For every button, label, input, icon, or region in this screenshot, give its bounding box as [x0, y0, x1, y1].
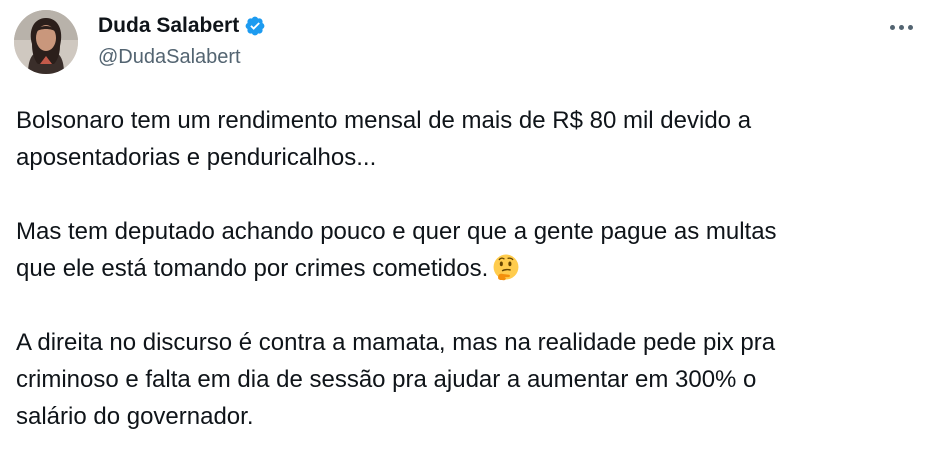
- more-options-button[interactable]: [884, 12, 918, 42]
- tweet-line: Mas tem deputado achando pouco e quer qu…: [16, 218, 777, 245]
- tweet-text: Bolsonaro tem um rendimento mensal de ma…: [16, 102, 916, 435]
- more-options-icon: [889, 24, 895, 30]
- tweet-paragraph-1: Bolsonaro tem um rendimento mensal de ma…: [16, 102, 916, 176]
- tweet-line: A direita no discurso é contra a mamata,…: [16, 329, 776, 356]
- more-options-icon-dot: [907, 24, 913, 30]
- thinking-face-emoji-icon: [492, 253, 520, 281]
- more-options-icon-dot: [898, 24, 904, 30]
- tweet-card: Duda Salabert @DudaSalabert Bolsonaro te…: [0, 0, 936, 450]
- tweet-line: que ele está tomando por crimes cometido…: [16, 255, 489, 282]
- tweet-paragraph-3: A direita no discurso é contra a mamata,…: [16, 324, 916, 435]
- tweet-line: salário do governador.: [16, 403, 254, 430]
- author-name-row: Duda Salabert: [98, 11, 266, 41]
- author-handle[interactable]: @DudaSalabert: [98, 44, 241, 70]
- tweet-line: criminoso e falta em dia de sessão pra a…: [16, 366, 757, 393]
- tweet-line: aposentadorias e penduricalhos...: [16, 144, 377, 171]
- tweet-line: Bolsonaro tem um rendimento mensal de ma…: [16, 107, 752, 134]
- avatar[interactable]: [14, 10, 78, 74]
- verified-badge-icon: [244, 15, 266, 37]
- tweet-paragraph-2: Mas tem deputado achando pouco e quer qu…: [16, 213, 916, 287]
- author-display-name[interactable]: Duda Salabert: [98, 12, 239, 40]
